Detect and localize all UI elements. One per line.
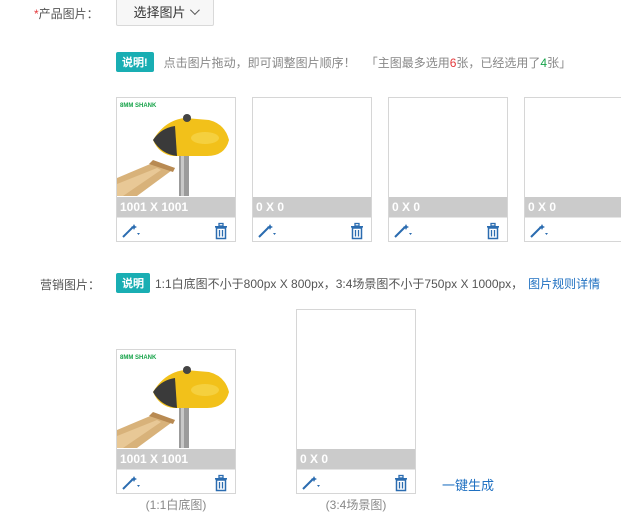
magic-wand-icon[interactable] [257,222,279,240]
router-bit-image: 8MM SHANK [117,355,229,448]
thumbnail-toolbar [253,217,371,244]
one-click-generate-link[interactable]: 一键生成 [442,475,494,494]
product-thumbnail[interactable]: 0 X 0 [252,97,372,242]
marketing-notice-badge: 说明 [116,273,150,293]
thumbnail-toolbar [297,469,415,496]
magic-wand-icon[interactable] [301,474,323,492]
image-dimension-label: 0 X 0 [297,449,415,469]
svg-text:8MM SHANK: 8MM SHANK [120,103,157,109]
image-dimension-label: 0 X 0 [525,197,621,217]
select-image-label: 选择图片 [133,4,186,20]
notice-drag-text: 点击图片拖动，即可调整图片顺序！ [163,55,356,70]
marketing-thumbnail[interactable]: 0 X 0 [296,309,416,494]
svg-text:8MM SHANK: 8MM SHANK [120,355,157,361]
thumbnail-toolbar [525,217,621,244]
thumbnail-toolbar [117,469,235,496]
marketing-thumbnail[interactable]: 8MM SHANK 1001 X 1001 [116,349,236,494]
product-thumbnail[interactable]: 0 X 0 [524,97,621,242]
product-notice: 说明! 点击图片拖动，即可调整图片顺序！ 「主图最多选用6张，已经选用了4张」 [116,52,571,72]
product-images-label: *产品图片： [34,5,99,22]
trash-icon[interactable] [213,222,229,240]
marketing-images-label: 营销图片： [40,278,101,292]
image-rules-link[interactable]: 图片规则详情 [528,275,600,292]
chevron-down-icon [189,4,200,15]
marketing-notice: 说明 1:1白底图不小于800px X 800px，3:4场景图不小于750px… [116,273,600,293]
image-dimension-label: 1001 X 1001 [117,197,235,217]
image-dimension-label: 0 X 0 [253,197,371,217]
trash-icon[interactable] [393,474,409,492]
notice-badge: 说明! [116,52,154,72]
thumbnail-toolbar [117,217,235,244]
image-dimension-label: 0 X 0 [389,197,507,217]
magic-wand-icon[interactable] [529,222,551,240]
product-thumbnail[interactable]: 8MM SHANK 1001 X 1001 [116,97,236,242]
thumbnail-toolbar [389,217,507,244]
marketing-notice-text: 1:1白底图不小于800px X 800px，3:4场景图不小于750px X … [155,276,524,291]
product-thumbnail[interactable]: 0 X 0 [388,97,508,242]
router-bit-image: 8MM SHANK [117,103,229,196]
notice-count-text: 「主图最多选用6张，已经选用了4张」 [365,55,572,70]
trash-icon[interactable] [485,222,501,240]
thumbnail-caption: (3:4场景图) [325,498,387,512]
trash-icon[interactable] [349,222,365,240]
select-image-button[interactable]: 选择图片 [116,0,214,26]
thumbnail-caption: (1:1白底图) [145,498,207,512]
product-images-label-text: 产品图片： [38,7,99,21]
trash-icon[interactable] [213,474,229,492]
image-dimension-label: 1001 X 1001 [117,449,235,469]
magic-wand-icon[interactable] [121,474,143,492]
magic-wand-icon[interactable] [121,222,143,240]
magic-wand-icon[interactable] [393,222,415,240]
thumbnail-image [297,310,415,469]
